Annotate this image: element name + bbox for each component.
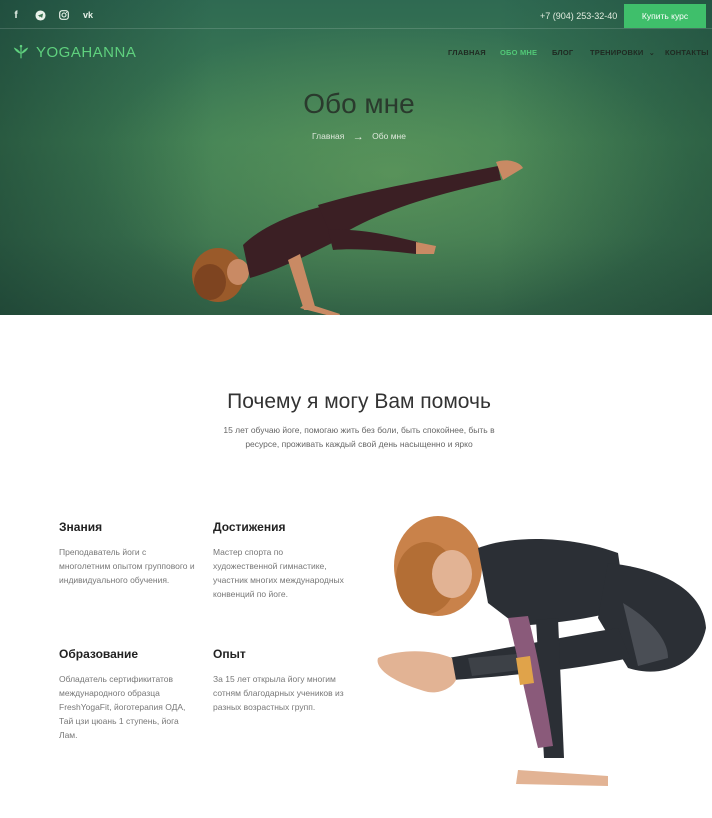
arrow-right-icon: → [352,131,364,143]
feature-text-experience: За 15 лет открыла йогу многим сотням бла… [213,674,344,712]
instructor-yoga-photo [377,516,706,786]
buy-course-button[interactable]: Купить курс [624,4,706,28]
feature-title-education: Образование [59,647,139,661]
page-title: Обо мне [303,88,415,119]
vk-icon[interactable]: vk [82,9,94,21]
nav-item-trainings-label: ТРЕНИРОВКИ [590,48,644,57]
feature-text-knowledge: Преподаватель йоги с многолетним опытом … [59,547,195,585]
social-links: f vk [10,9,94,21]
top-bar: f vk +7 (904) 253-32-40 Купить курс [0,4,712,29]
section-title: Почему я могу Вам помочь [227,390,491,413]
section-subtitle: 15 лет обучаю йоге, помогаю жить без бол… [223,425,495,449]
breadcrumb-current: Обо мне [372,131,406,141]
nav-item-trainings[interactable]: ТРЕНИРОВКИ ⌄ [590,48,655,57]
telegram-icon[interactable] [34,9,46,21]
main-nav: ГЛАВНАЯ ОБО МНЕ БЛОГ ТРЕНИРОВКИ ⌄ КОНТАК… [0,48,712,62]
chevron-down-icon: ⌄ [648,50,655,57]
nav-item-blog[interactable]: БЛОГ [552,48,573,57]
nav-item-contacts[interactable]: КОНТАКТЫ [665,48,709,57]
feature-title-knowledge: Знания [59,520,103,534]
phone-number[interactable]: +7 (904) 253-32-40 [540,11,617,21]
hero-yoga-photo [192,160,523,315]
instagram-icon[interactable] [58,9,70,21]
feature-text-achievements: Мастер спорта по художественной гимнасти… [213,547,344,599]
hero-banner: f vk +7 (904) 253-32-40 Купить курс YOGA… [0,0,712,315]
breadcrumb-home[interactable]: Главная [312,131,344,141]
feature-title-achievements: Достижения [213,520,286,534]
nav-item-about[interactable]: ОБО МНЕ [500,48,537,57]
nav-item-home[interactable]: ГЛАВНАЯ [448,48,486,57]
breadcrumb: Главная → Обо мне [0,131,712,143]
facebook-icon[interactable]: f [10,9,22,21]
feature-text-education: Обладатель сертификитатов международного… [59,674,186,740]
feature-title-experience: Опыт [213,647,246,661]
